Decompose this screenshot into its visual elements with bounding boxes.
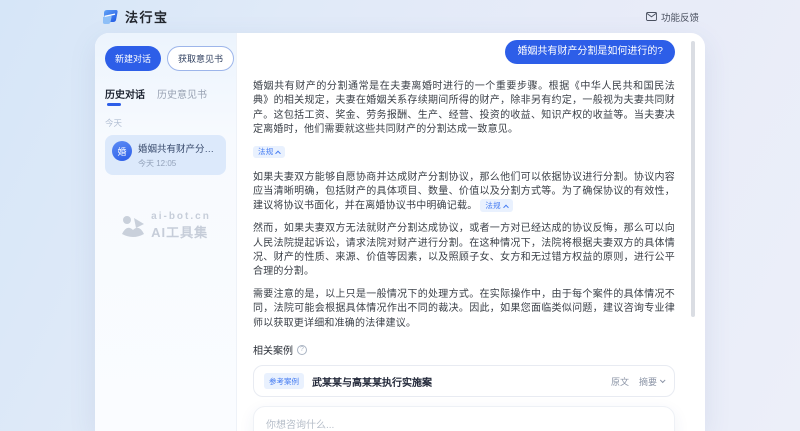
case-title: 武某某与高某某执行实施案 [312,374,432,389]
get-opinion-button[interactable]: 获取意见书 [167,46,234,71]
feedback-button[interactable]: 功能反馈 [646,10,699,24]
history-list-item[interactable]: 婚 婚姻共有财产分割是如何... 今天 12:05 [105,135,226,175]
user-message-row: 婚姻共有财产分割是如何进行的? [253,40,675,64]
feedback-label: 功能反馈 [661,10,699,24]
law-badge-label: 法规 [485,202,500,210]
answer-paragraph: 婚姻共有财产的分割通常是在夫妻离婚时进行的一个重要步骤。根据《中华人民共和国民法… [253,80,675,138]
message-input[interactable] [266,416,662,431]
main-panel: 新建对话 获取意见书 历史对话 历史意见书 今天 婚 婚姻共有财产分割是如何..… [95,33,705,431]
related-cases-label: 相关案例 [253,342,293,357]
tab-history-opinions[interactable]: 历史意见书 [157,86,207,106]
chevron-down-icon [660,378,666,384]
chat-scrollbar[interactable] [691,41,695,317]
answer-paragraph: 然而，如果夫妻双方无法就财产分割达成协议，或者一方对已经达成的协议反悔，那么可以… [253,222,675,280]
watermark: ai-bot.cn AI工具集 [95,211,236,241]
sidebar-tabs: 历史对话 历史意见书 [105,86,226,106]
envelope-icon [646,12,657,21]
case-summary-link[interactable]: 摘要 [639,375,664,388]
logo-icon [101,8,119,26]
watermark-line2: AI工具集 [151,222,211,241]
law-reference-badge[interactable]: 法规 [480,199,512,212]
collapse-caret-icon [276,150,282,156]
paw-icon [120,214,146,238]
answer-paragraph: 需要注意的是，以上只是一般情况下的处理方式。在实际操作中，由于每个案件的具体情况… [253,288,675,331]
brand: 法行宝 [101,7,169,26]
answer-paragraph-text: 如果夫妻双方能够自愿协商并达成财产分割协议，那么他们可以依据协议进行分割。协议内… [253,172,675,212]
history-item-meta: 婚姻共有财产分割是如何... 今天 12:05 [138,141,219,169]
related-cases-header: 相关案例 ? [253,342,675,357]
history-item-time: 今天 12:05 [138,158,219,169]
case-badge: 参考案例 [264,373,304,389]
watermark-line1: ai-bot.cn [151,211,211,222]
case-card[interactable]: 参考案例 武某某与高某某执行实施案 原文 摘要 [253,365,675,397]
info-icon[interactable]: ? [297,345,307,355]
user-message-bubble: 婚姻共有财产分割是如何进行的? [505,40,675,64]
case-summary-label: 摘要 [639,375,657,388]
sidebar-actions: 新建对话 获取意见书 [105,46,226,71]
top-bar: 法行宝 功能反馈 [95,0,705,33]
sidebar: 新建对话 获取意见书 历史对话 历史意见书 今天 婚 婚姻共有财产分割是如何..… [95,33,237,431]
tab-history-chats[interactable]: 历史对话 [105,86,145,106]
collapse-caret-icon [503,204,509,210]
composer: 0/500 [253,406,675,431]
law-badge-label: 法规 [258,148,273,156]
law-reference-badge[interactable]: 法规 [253,146,285,159]
new-chat-button[interactable]: 新建对话 [105,46,161,71]
watermark-text: ai-bot.cn AI工具集 [151,211,211,241]
app-title: 法行宝 [125,7,169,26]
chat-area: 婚姻共有财产分割是如何进行的? 婚姻共有财产的分割通常是在夫妻离婚时进行的一个重… [237,33,705,431]
history-section-label: 今天 [105,117,226,129]
history-item-avatar: 婚 [112,141,132,161]
app-shell: 法行宝 功能反馈 新建对话 获取意见书 历史对话 历史意见书 今天 [95,0,705,431]
case-actions: 原文 摘要 [611,375,664,388]
assistant-answer: 婚姻共有财产的分割通常是在夫妻离婚时进行的一个重要步骤。根据《中华人民共和国民法… [253,80,675,339]
history-item-title: 婚姻共有财产分割是如何... [138,141,219,155]
case-original-link[interactable]: 原文 [611,375,629,388]
answer-paragraph: 如果夫妻双方能够自愿协商并达成财产分割协议，那么他们可以依据协议进行分割。协议内… [253,171,675,215]
law-badge-row: 法规 [253,146,675,161]
